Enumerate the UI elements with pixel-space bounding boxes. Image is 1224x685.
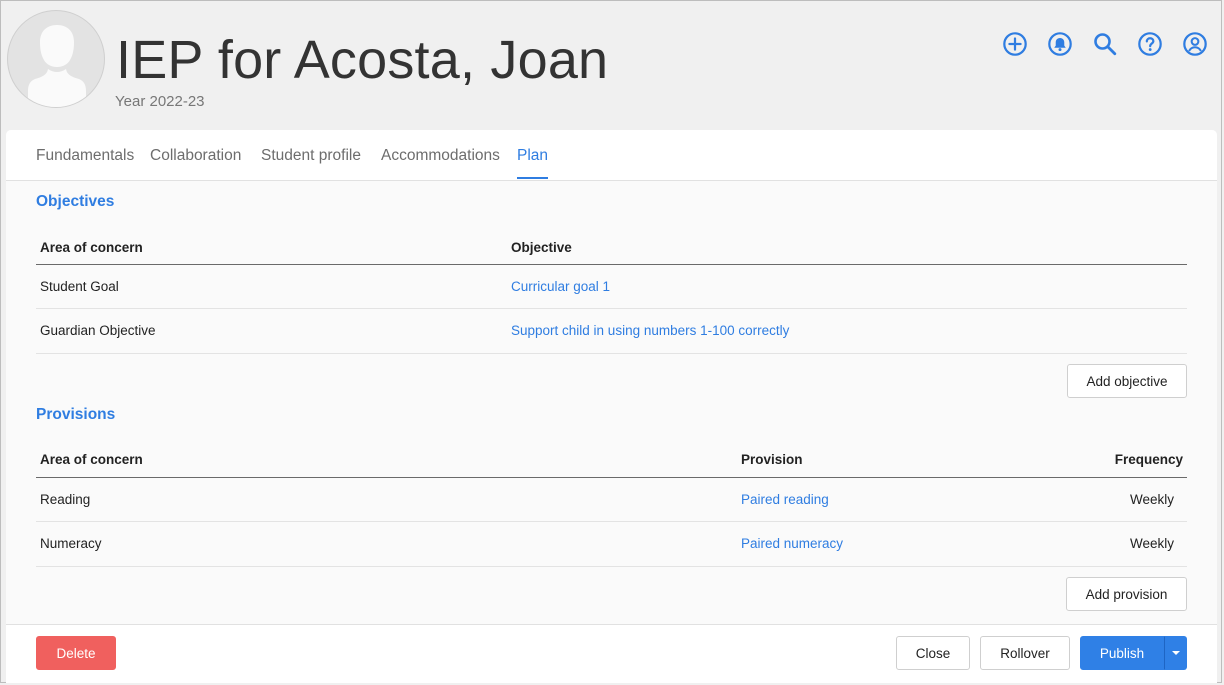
tab-bar: Fundamentals Collaboration Student profi… (6, 130, 1217, 181)
provision-frequency-cell: Weekly (1129, 492, 1174, 507)
objectives-header-objective: Objective (511, 240, 572, 255)
objective-link[interactable]: Curricular goal 1 (511, 279, 610, 294)
row-divider (36, 308, 1187, 309)
avatar (7, 10, 105, 108)
provision-frequency-cell: Weekly (1129, 536, 1174, 551)
table-header-divider (36, 264, 1187, 265)
provisions-header-area: Area of concern (40, 452, 143, 467)
tab-accommodations[interactable]: Accommodations (381, 147, 500, 165)
iep-card: Fundamentals Collaboration Student profi… (6, 130, 1217, 624)
publish-button[interactable]: Publish (1080, 636, 1164, 670)
page-subtitle: Year 2022-23 (115, 93, 205, 110)
provisions-header-frequency: Frequency (1114, 452, 1183, 467)
objectives-header-area: Area of concern (40, 240, 143, 255)
search-icon[interactable] (1092, 30, 1118, 58)
provision-link[interactable]: Paired numeracy (741, 536, 843, 551)
row-divider (36, 566, 1187, 567)
active-tab-indicator (517, 177, 548, 179)
tab-collaboration[interactable]: Collaboration (150, 147, 241, 165)
action-footer: Delete Close Rollover Publish (6, 624, 1217, 683)
help-icon[interactable] (1137, 30, 1163, 58)
add-circle-icon[interactable] (1002, 30, 1028, 58)
row-divider (36, 521, 1187, 522)
close-button[interactable]: Close (896, 636, 970, 670)
person-silhouette-icon (28, 25, 86, 107)
objective-area-cell: Student Goal (40, 279, 119, 294)
objective-link[interactable]: Support child in using numbers 1-100 cor… (511, 323, 789, 338)
tab-student-profile[interactable]: Student profile (261, 147, 361, 165)
bell-icon[interactable] (1047, 30, 1073, 58)
objectives-heading: Objectives (36, 193, 115, 210)
tab-plan[interactable]: Plan (517, 147, 548, 165)
tab-fundamentals[interactable]: Fundamentals (36, 147, 134, 165)
account-icon[interactable] (1182, 30, 1208, 58)
provision-area-cell: Numeracy (40, 536, 102, 551)
add-provision-button[interactable]: Add provision (1066, 577, 1187, 611)
add-objective-button[interactable]: Add objective (1067, 364, 1187, 398)
row-divider (36, 353, 1187, 354)
caret-down-icon (1171, 651, 1180, 655)
page-title: IEP for Acosta, Joan (116, 30, 609, 90)
provisions-heading: Provisions (36, 406, 116, 423)
rollover-button[interactable]: Rollover (980, 636, 1070, 670)
provisions-header-provision: Provision (741, 452, 803, 467)
table-header-divider (36, 477, 1187, 478)
provision-area-cell: Reading (40, 492, 91, 507)
header-toolbar (1002, 30, 1208, 58)
publish-options-button[interactable] (1164, 636, 1187, 670)
delete-button[interactable]: Delete (36, 636, 116, 670)
provision-link[interactable]: Paired reading (741, 492, 829, 507)
objective-area-cell: Guardian Objective (40, 323, 156, 338)
